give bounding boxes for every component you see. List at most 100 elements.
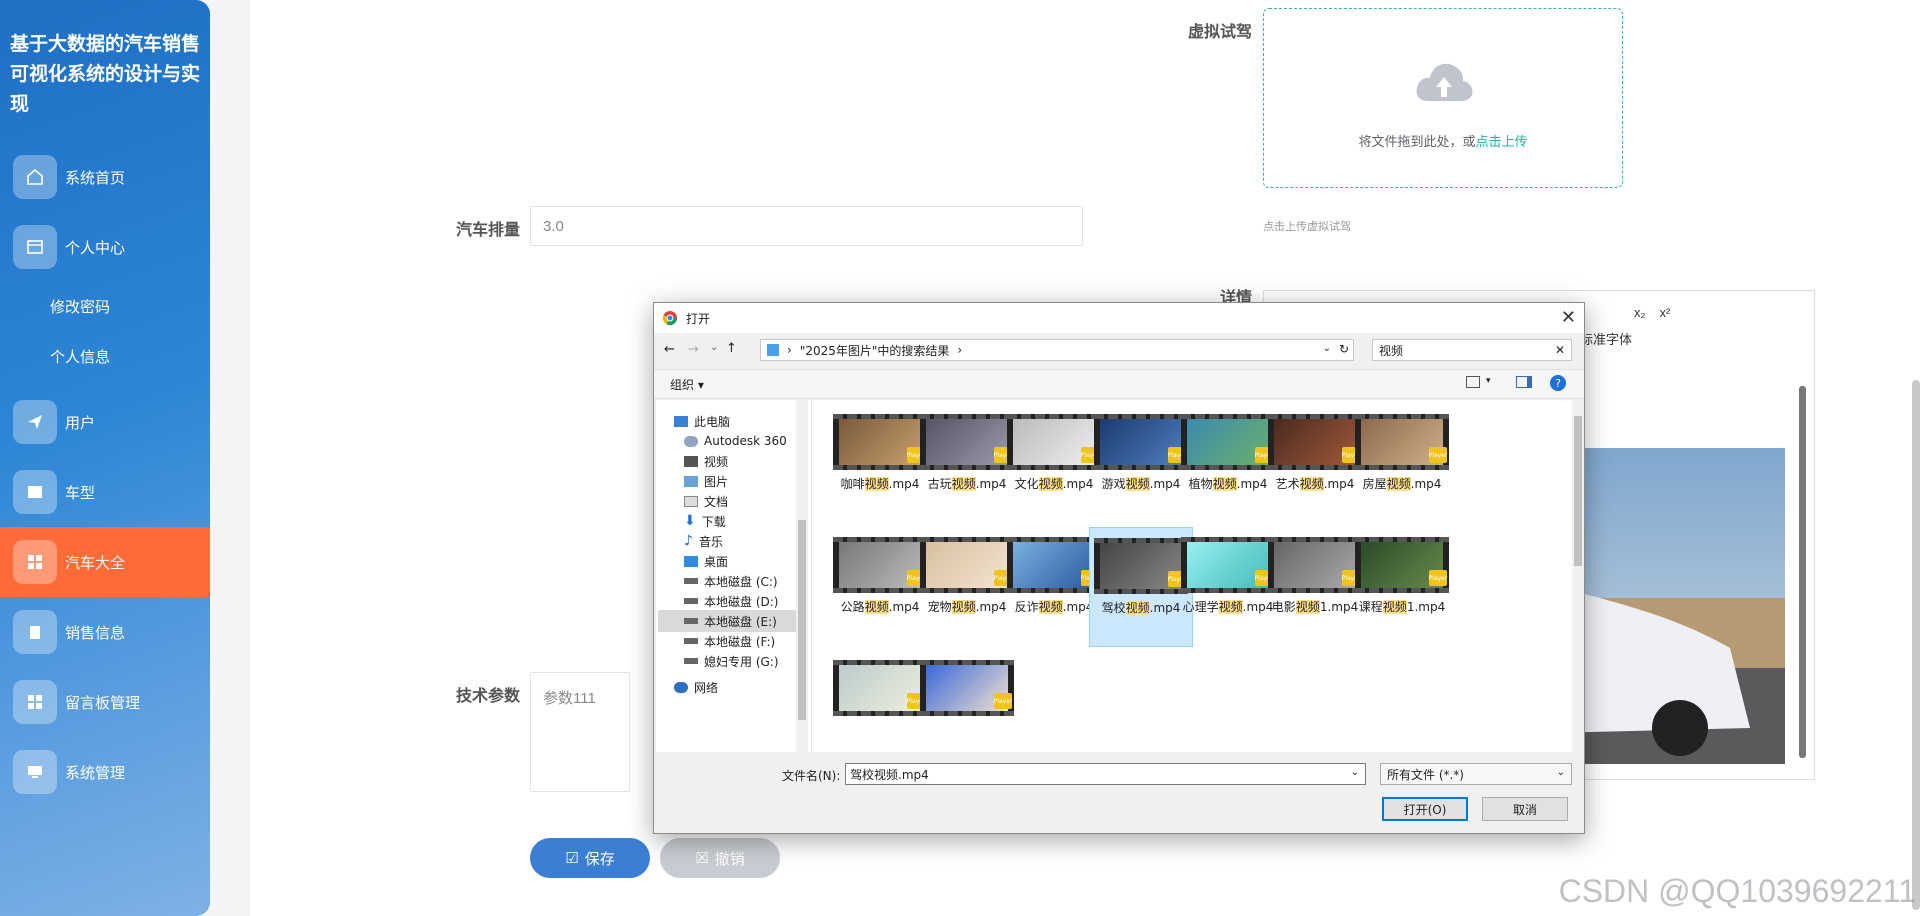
nav-item-videos[interactable]: 视频 <box>684 450 798 472</box>
chrome-icon <box>662 311 677 325</box>
dialog-cancel-button[interactable]: 取消 <box>1482 797 1568 821</box>
video-thumbnail: Player <box>1094 538 1188 594</box>
open-file-dialog: 打开 ✕ ← → ⌄ ↑ › "2025年图片"中的搜索结果 › ⌄ ↻ 视频 … <box>653 302 1585 834</box>
nav-item-drive-c[interactable]: 本地磁盘 (C:) <box>684 570 798 592</box>
displacement-input[interactable]: 3.0 <box>530 206 1083 246</box>
download-icon: ⬇ <box>684 513 696 529</box>
sidebar-item-sales[interactable]: 销售信息 <box>0 597 210 667</box>
chevron-down-icon: ⌄ <box>1556 767 1565 778</box>
sidebar-item-user[interactable]: 用户 <box>0 387 210 457</box>
video-thumbnail: Player <box>920 537 1014 593</box>
nav-item-documents[interactable]: 文档 <box>684 490 798 512</box>
cancel-button[interactable]: ☒ 撤销 <box>660 838 780 878</box>
nav-item-network[interactable]: 网络 <box>674 676 788 698</box>
file-name: 课程视频1.mp4 <box>1358 600 1446 614</box>
font-select[interactable]: 标准字体 <box>1580 329 1632 348</box>
file-tile[interactable]: Player <box>915 650 1019 770</box>
video-thumbnail: Player <box>833 660 927 716</box>
path-text: "2025年图片"中的搜索结果 <box>799 343 950 358</box>
nav-item-downloads[interactable]: ⬇ 下载 <box>684 510 798 532</box>
network-icon <box>674 681 688 693</box>
sidebar-item-car-model[interactable]: 车型 <box>0 457 210 527</box>
nav-item-drive-g[interactable]: 媳妇专用 (G:) <box>684 650 798 672</box>
sidebar-subitem-change-password[interactable]: 修改密码 <box>50 296 110 317</box>
dialog-titlebar: 打开 ✕ <box>654 303 1584 333</box>
nav-item-autodesk[interactable]: Autodesk 360 <box>684 430 798 452</box>
file-tile[interactable]: Player 房屋视频.mp4 <box>1350 404 1454 524</box>
nav-item-desktop[interactable]: 桌面 <box>684 550 798 572</box>
tech-params-label: 技术参数 <box>456 688 521 705</box>
tech-params-textarea[interactable]: 参数111 <box>530 672 630 792</box>
organize-button[interactable]: 组织 ▾ <box>670 376 704 393</box>
subscript-button[interactable]: x₂ <box>1634 305 1646 320</box>
upload-text: 将文件拖到此处，或点击上传 <box>1358 134 1528 149</box>
sidebar-item-message-board[interactable]: 留言板管理 <box>0 667 210 737</box>
path-field[interactable]: › "2025年图片"中的搜索结果 › ⌄ ↻ <box>760 339 1354 361</box>
video-thumbnail: Player <box>1094 414 1188 470</box>
path-dropdown-icon[interactable]: ⌄ <box>1323 343 1331 354</box>
video-thumbnail: Player <box>833 414 927 470</box>
id-card-icon <box>13 225 57 269</box>
view-options-icon[interactable] <box>1466 376 1480 388</box>
file-tile[interactable]: Player 课程视频1.mp4 <box>1350 527 1454 647</box>
grid-icon <box>13 540 57 584</box>
video-thumbnail: Player <box>833 537 927 593</box>
preview-pane-icon[interactable] <box>1516 376 1532 388</box>
drive-icon <box>684 618 698 624</box>
save-button[interactable]: ☑ 保存 <box>530 838 650 878</box>
sidebar-item-system[interactable]: 系统管理 <box>0 737 210 807</box>
nav-item-drive-f[interactable]: 本地磁盘 (F:) <box>684 630 798 652</box>
file-grid: Player 咖啡视频.mp4 Player 古玩视频.mp4 Player 文化视频.m… <box>811 400 1584 752</box>
filetype-select[interactable]: 所有文件 (*.*) ⌄ <box>1380 763 1572 785</box>
dialog-toolbar: 组织 ▾ ▾ ? <box>654 369 1584 399</box>
cancel-icon: ☒ <box>695 850 709 867</box>
send-icon <box>13 400 57 444</box>
image-icon <box>13 470 57 514</box>
cloud-upload-icon <box>1416 63 1473 101</box>
editor-toolbar: x₂ x² <box>1634 305 1670 320</box>
sidebar-item-label: 用户 <box>65 414 96 432</box>
up-icon[interactable]: ↑ <box>726 341 737 356</box>
video-thumbnail: Player <box>1355 537 1449 593</box>
close-icon[interactable]: ✕ <box>1561 307 1576 328</box>
page-scrollbar[interactable] <box>1912 380 1920 910</box>
upload-area[interactable]: 将文件拖到此处，或点击上传 <box>1263 8 1623 188</box>
open-button[interactable]: 打开(O) <box>1382 797 1468 821</box>
sidebar-item-home[interactable]: 系统首页 <box>0 142 210 212</box>
sidebar-item-personal[interactable]: 个人中心 <box>0 212 210 282</box>
sidebar-item-label: 车型 <box>65 484 96 502</box>
video-thumbnail: Player <box>1268 414 1362 470</box>
sidebar-subitem-profile[interactable]: 个人信息 <box>50 346 110 367</box>
video-thumbnail: Player <box>920 414 1014 470</box>
app-title: 基于大数据的汽车销售可视化系统的设计与实现 <box>10 34 201 115</box>
back-icon[interactable]: ← <box>664 342 675 357</box>
nav-item-this-pc[interactable]: 此电脑 <box>674 410 788 432</box>
clipboard-icon <box>13 610 57 654</box>
refresh-icon[interactable]: ↻ <box>1339 342 1349 356</box>
help-icon[interactable]: ? <box>1550 375 1566 391</box>
video-thumbnail: Player <box>920 660 1014 716</box>
drive-icon <box>684 658 698 664</box>
nav-item-drive-d[interactable]: 本地磁盘 (D:) <box>684 590 798 612</box>
filename-input[interactable]: 驾校视频.mp4 ⌄ <box>845 763 1366 785</box>
clear-search-icon[interactable]: ✕ <box>1555 343 1565 357</box>
view-dropdown-icon[interactable]: ▾ <box>1486 376 1491 386</box>
drive-icon <box>684 598 698 604</box>
upload-link[interactable]: 点击上传 <box>1476 134 1528 149</box>
filename-dropdown-icon[interactable]: ⌄ <box>1351 767 1359 778</box>
nav-item-music[interactable]: ♪ 音乐 <box>684 530 798 552</box>
files-scrollbar[interactable] <box>1572 400 1584 752</box>
player-badge-icon: Player <box>1429 570 1447 586</box>
nav-scrollbar[interactable] <box>796 400 808 752</box>
nav-item-pictures[interactable]: 图片 <box>684 470 798 492</box>
search-input[interactable]: 视频 ✕ <box>1372 339 1572 361</box>
folder-icon <box>767 344 779 356</box>
forward-icon[interactable]: → <box>688 342 699 357</box>
sidebar-item-car-encyclopedia[interactable]: 汽车大全 <box>0 527 210 597</box>
editor-scrollbar[interactable] <box>1799 386 1806 758</box>
recent-dropdown-icon[interactable]: ⌄ <box>710 342 718 353</box>
video-thumbnail: Player <box>1007 537 1101 593</box>
superscript-button[interactable]: x² <box>1660 305 1671 320</box>
drive-icon <box>684 638 698 644</box>
nav-item-drive-e[interactable]: 本地磁盘 (E:) <box>658 610 798 632</box>
